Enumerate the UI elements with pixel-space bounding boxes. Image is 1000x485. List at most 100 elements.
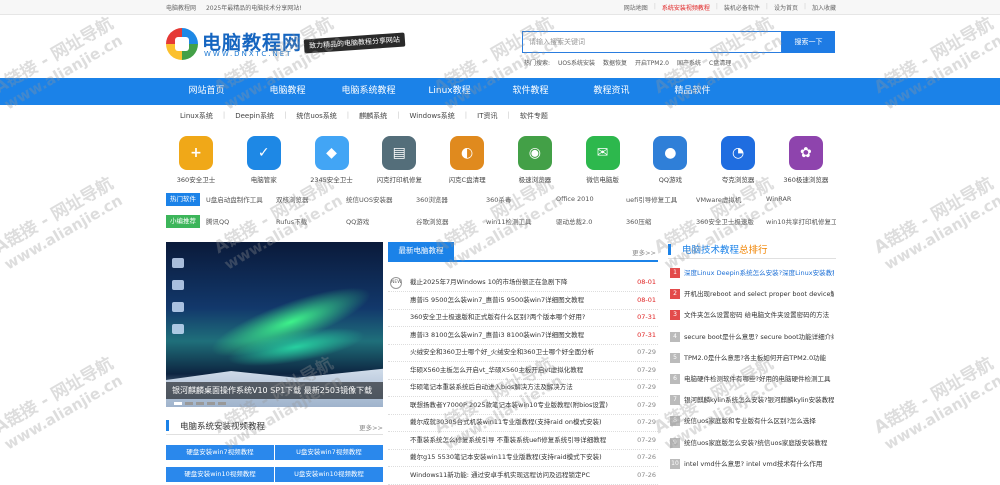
news-title[interactable]: 惠普i3 8100怎么装win7_惠普i3 8100装win7详细图文教程 xyxy=(410,327,622,344)
nav-linux-tutorial[interactable]: Linux教程 xyxy=(409,78,490,105)
ranking-title-link[interactable]: 深度Linux Deepin系统怎么安装?深度Linux安装教程 xyxy=(684,263,834,283)
video-button[interactable]: U盘安装win10视频教程 xyxy=(275,467,383,482)
site-logo[interactable]: 电脑教程网 WWW.DNXTC.NET 致力精品的电脑教程分享网站 xyxy=(166,26,416,64)
software-app-7[interactable]: ● QQ游戏 xyxy=(640,136,700,186)
news-title[interactable]: 华硕X560主板怎么开启vt_华硕X560主板开启vt虚拟化教程 xyxy=(410,362,622,379)
subnav-item[interactable]: 麒麟系统 xyxy=(359,111,387,121)
link-video-tutorial[interactable]: 系统安装视频教程 xyxy=(662,3,710,12)
news-item[interactable]: 华硕X560主板怎么开启vt_华硕X560主板开启vt虚拟化教程 07-29 xyxy=(388,362,658,380)
ranking-item[interactable]: 9 统信uos家庭版怎么安装?统信uos家庭版安装教程 xyxy=(668,433,836,453)
software-app-1[interactable]: ✓ 电脑管家 xyxy=(234,136,294,186)
video-button[interactable]: 硬盘安装win10视频教程 xyxy=(166,467,274,482)
subnav-item[interactable]: 统信uos系统 xyxy=(296,111,336,121)
news-title[interactable]: 火绒安全和360卫士哪个好_火绒安全和360卫士哪个好全面分析 xyxy=(410,344,622,361)
news-title[interactable]: 360安全卫士极速版和正式版有什么区别?两个版本哪个好用? xyxy=(410,309,622,326)
ranking-title-link[interactable]: 统信uos家庭版怎么安装?统信uos家庭版安装教程 xyxy=(684,433,834,453)
ranking-item[interactable]: 10 intel vmd什么意思? intel vmd技术有什么作用 xyxy=(668,454,836,474)
ranking-item[interactable]: 1 深度Linux Deepin系统怎么安装?深度Linux安装教程 xyxy=(668,263,836,283)
news-item[interactable]: 华硕笔记本重装系统后自动进入bios解决方法及解决方法 07-29 xyxy=(388,379,658,397)
software-link[interactable]: Office 2010 xyxy=(556,195,626,203)
link-set-homepage[interactable]: 设为首页 xyxy=(774,3,798,12)
subnav-item[interactable]: Deepin系统 xyxy=(235,111,274,121)
ranking-title-link[interactable]: intel vmd什么意思? intel vmd技术有什么作用 xyxy=(684,454,834,474)
subnav-item[interactable]: 软件专题 xyxy=(520,111,548,121)
news-more-link[interactable]: 更多>> xyxy=(632,247,656,257)
software-link[interactable]: 双核浏览器 xyxy=(276,194,346,204)
software-app-2[interactable]: ◆ 2345安全卫士 xyxy=(302,136,362,186)
video-more-link[interactable]: 更多>> xyxy=(359,422,383,432)
ranking-item[interactable]: 7 银河麒麟kylin系统怎么安装?银河麒麟kylin安装教程 xyxy=(668,390,836,410)
news-item[interactable]: 联想扬教者Y7000P 2025款笔记本装win10专业版教程(附bios设置)… xyxy=(388,397,658,415)
subnav-item[interactable]: Linux系统 xyxy=(180,111,213,121)
video-button[interactable]: U盘安装win7视频教程 xyxy=(275,445,383,460)
news-title[interactable]: 截止2025年7月Windows 10的市场份额正在急剧下降 xyxy=(410,274,622,291)
link-essential-software[interactable]: 装机必备软件 xyxy=(724,3,760,12)
software-link[interactable]: 谷歌浏览器 xyxy=(416,216,486,226)
software-link[interactable]: 360安全卫士极速版 xyxy=(696,216,766,226)
ranking-title-link[interactable]: 开机出现reboot and select proper boot device… xyxy=(684,284,834,304)
ranking-item[interactable]: 6 电脑硬件检测软件有哪些?好用的电脑硬件检测工具 xyxy=(668,369,836,389)
software-link[interactable]: 360浏览器 xyxy=(416,194,486,204)
news-item[interactable]: Windows11新功能: 通过安卓手机实现远程访问及远程锁定PC 07-26 xyxy=(388,467,658,485)
banner-caption[interactable]: 银河麒麟桌面操作系统V10 SP1下载 最新2503镜像下载 xyxy=(166,382,383,399)
software-link[interactable]: WinRAR xyxy=(766,195,836,203)
software-link[interactable]: 驱动总裁2.0 xyxy=(556,216,626,226)
software-link[interactable]: uefi引导修复工具 xyxy=(626,194,696,204)
software-link[interactable]: VMware虚拟机 xyxy=(696,194,766,204)
search-button[interactable]: 搜索一下 xyxy=(782,31,835,53)
link-add-favorite[interactable]: 加入收藏 xyxy=(812,3,836,12)
news-title[interactable]: Windows11新功能: 通过安卓手机实现远程访问及远程锁定PC xyxy=(410,467,622,484)
news-item[interactable]: 不重装系统怎么修复系统引导 不重装系统uefi修复系统引导详细教程 07-29 xyxy=(388,432,658,450)
ranking-title-link[interactable]: 电脑硬件检测软件有哪些?好用的电脑硬件检测工具 xyxy=(684,369,834,389)
news-title[interactable]: 戴尔成就3030S台式机装win11专业版教程(支持raid on模式安装) xyxy=(410,414,622,431)
software-link[interactable]: win10共享打印机修复工具 xyxy=(766,216,836,226)
software-app-3[interactable]: ▤ 闪克打印机修复 xyxy=(369,136,429,186)
ranking-item[interactable]: 8 统信uos家庭版和专业版有什么区别?怎么选择 xyxy=(668,411,836,431)
hot-search-link[interactable]: 开启TPM2.0 xyxy=(635,58,669,67)
hot-search-link[interactable]: UOS系统安装 xyxy=(558,58,595,67)
ranking-item[interactable]: 3 文件夹怎么设置密码 给电脑文件夹设置密码的方法 xyxy=(668,305,836,325)
ranking-item[interactable]: 5 TPM2.0是什么意思?各主板如何开启TPM2.0功能 xyxy=(668,348,836,368)
software-link[interactable]: 360杀毒 xyxy=(486,194,556,204)
link-sitemap[interactable]: 网站地图 xyxy=(624,3,648,12)
news-item[interactable]: 360安全卫士极速版和正式版有什么区别?两个版本哪个好用? 07-31 xyxy=(388,309,658,327)
ranking-title-link[interactable]: secure boot是什么意思? secure boot功能详细介绍 xyxy=(684,327,834,347)
news-title[interactable]: 戴尔g15 5530笔记本安装win11专业版教程(支持raid模式下安装) xyxy=(410,449,622,466)
nav-home[interactable]: 网站首页 xyxy=(166,78,247,105)
software-app-8[interactable]: ◔ 夸克浏览器 xyxy=(708,136,768,186)
nav-software[interactable]: 精品软件 xyxy=(652,78,733,105)
nav-pc-tutorial[interactable]: 电脑教程 xyxy=(247,78,328,105)
software-link[interactable]: 360压缩 xyxy=(626,216,696,226)
software-link[interactable]: 腾讯QQ xyxy=(206,216,276,226)
hot-search-link[interactable]: 数据恢复 xyxy=(603,58,627,67)
ranking-item[interactable]: 2 开机出现reboot and select proper boot devic… xyxy=(668,284,836,304)
software-app-9[interactable]: ✿ 360极速浏览器 xyxy=(776,136,836,186)
top-site-name[interactable]: 电脑教程网 xyxy=(166,5,196,12)
news-title[interactable]: 华硕笔记本重装系统后自动进入bios解决方法及解决方法 xyxy=(410,379,622,396)
software-link[interactable]: QQ游戏 xyxy=(346,216,416,226)
ranking-title-link[interactable]: TPM2.0是什么意思?各主板如何开启TPM2.0功能 xyxy=(684,348,834,368)
news-item[interactable]: 火绒安全和360卫士哪个好_火绒安全和360卫士哪个好全面分析 07-29 xyxy=(388,344,658,362)
ranking-title-link[interactable]: 文件夹怎么设置密码 给电脑文件夹设置密码的方法 xyxy=(684,305,834,325)
video-button[interactable]: 硬盘安装win7视频教程 xyxy=(166,445,274,460)
news-item[interactable]: 惠普i5 9500怎么装win7_惠普i5 9500装win7详细图文教程 08-… xyxy=(388,292,658,310)
software-app-0[interactable]: +360安全卫士 xyxy=(166,136,226,186)
featured-banner[interactable]: 银河麒麟桌面操作系统V10 SP1下载 最新2503镜像下载 xyxy=(166,242,383,407)
subnav-item[interactable]: Windows系统 xyxy=(410,111,455,121)
nav-system-tutorial[interactable]: 电脑系统教程 xyxy=(328,78,409,105)
software-app-5[interactable]: ◉ 极速浏览器 xyxy=(505,136,565,186)
news-item[interactable]: 戴尔成就3030S台式机装win11专业版教程(支持raid on模式安装) 07… xyxy=(388,414,658,432)
news-item[interactable]: 惠普i3 8100怎么装win7_惠普i3 8100装win7详细图文教程 07-… xyxy=(388,327,658,345)
search-input[interactable]: 请输入搜索关键词 xyxy=(522,31,782,53)
software-link[interactable]: win11检测工具 xyxy=(486,216,556,226)
subnav-item[interactable]: IT资讯 xyxy=(477,111,497,121)
software-link[interactable]: U盘启动盘制作工具 xyxy=(206,194,276,204)
news-section-title[interactable]: 最新电脑教程 xyxy=(388,242,454,260)
software-app-4[interactable]: ◐ 闪克C盘清理 xyxy=(437,136,497,186)
software-app-6[interactable]: ✉ 微信电脑版 xyxy=(573,136,633,186)
ranking-item[interactable]: 4 secure boot是什么意思? secure boot功能详细介绍 xyxy=(668,327,836,347)
news-item[interactable]: 戴尔g15 5530笔记本安装win11专业版教程(支持raid模式下安装) 07… xyxy=(388,449,658,467)
news-title[interactable]: 不重装系统怎么修复系统引导 不重装系统uefi修复系统引导详细教程 xyxy=(410,432,622,449)
hot-search-link[interactable]: C盘清理 xyxy=(709,58,731,67)
ranking-title-link[interactable]: 银河麒麟kylin系统怎么安装?银河麒麟kylin安装教程 xyxy=(684,390,834,410)
